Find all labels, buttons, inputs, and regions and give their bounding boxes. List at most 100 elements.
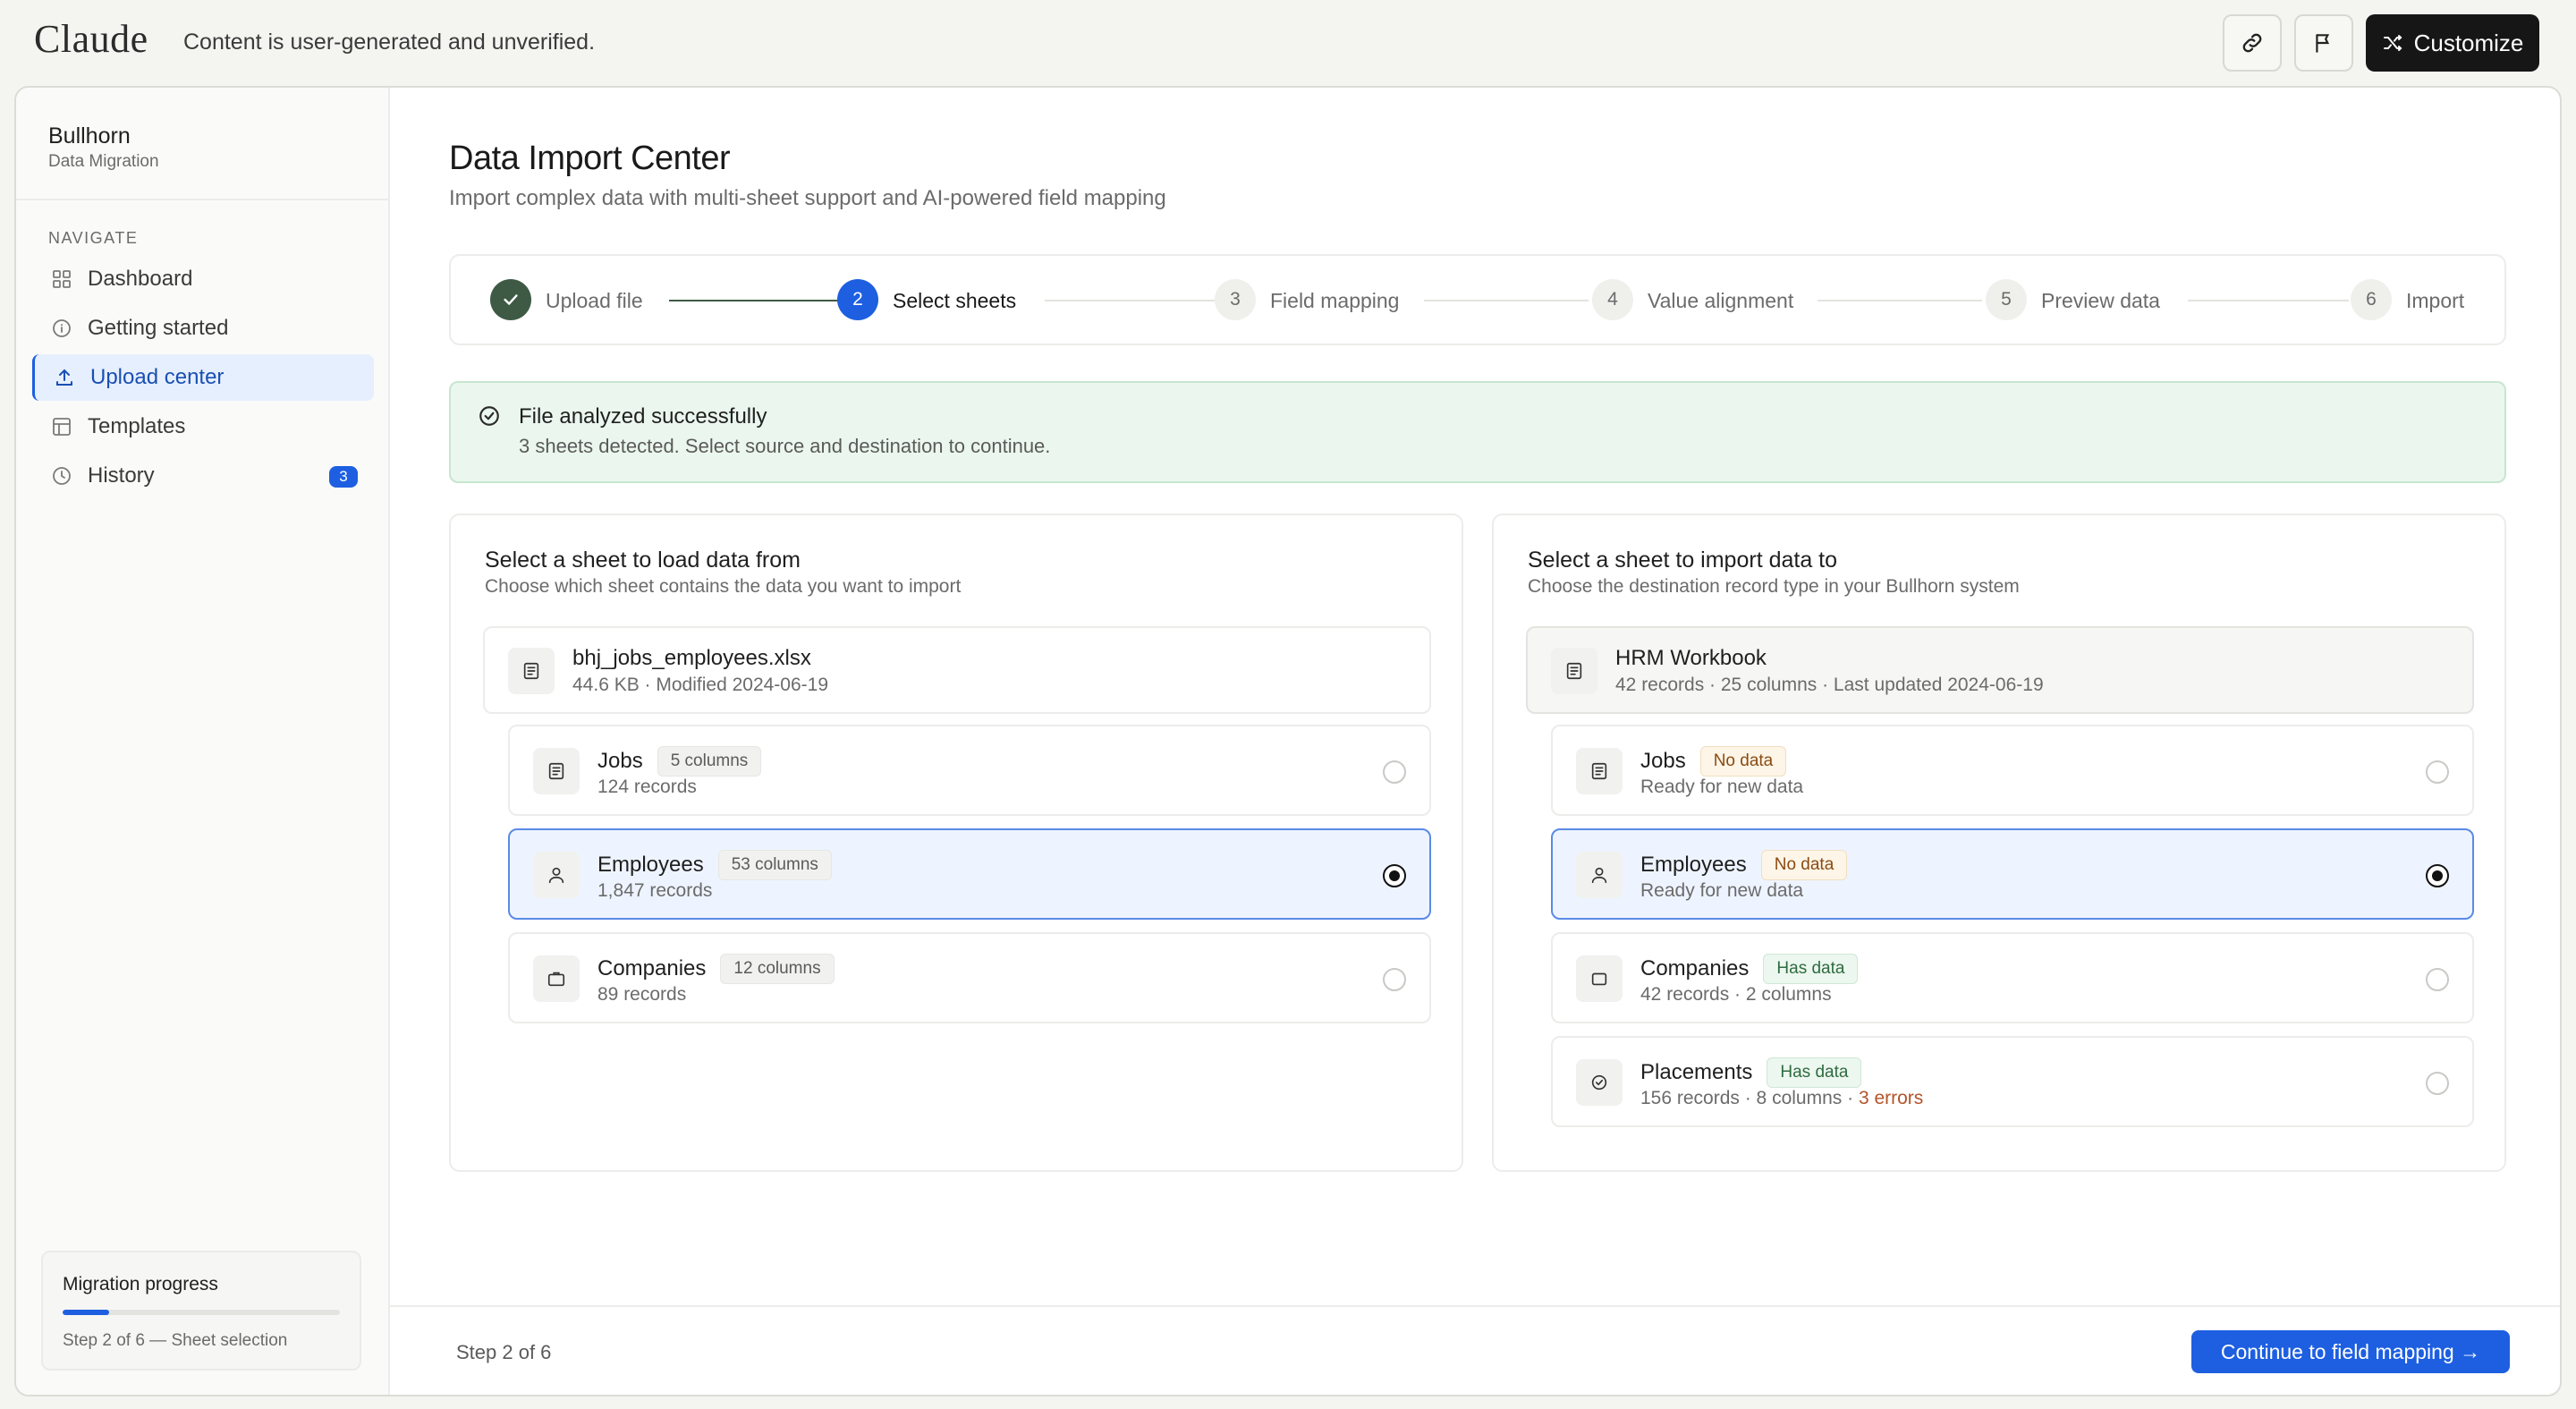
sheet-radio[interactable]: [2426, 1072, 2449, 1095]
file-icon: [508, 648, 555, 694]
sheet-name: Jobs 5 columns: [597, 746, 762, 777]
import-stepper: Upload file 2 Select sheets 3 Field mapp…: [449, 254, 2506, 345]
source-sheet-companies[interactable]: Companies 12 columns 89 records: [508, 932, 1431, 1023]
app-frame: Bullhorn Data Migration NAVIGATE Dashboa…: [14, 86, 2562, 1396]
step-1-circle: [490, 279, 531, 320]
history-count-badge: 3: [329, 466, 358, 488]
customize-label: Customize: [2413, 29, 2524, 56]
copy-link-button[interactable]: [2223, 14, 2282, 72]
briefcase-icon: [533, 955, 580, 1002]
step-connector: [669, 300, 839, 301]
sheet-radio[interactable]: [1383, 968, 1406, 991]
progress-bar: [63, 1310, 340, 1315]
person-icon: [533, 852, 580, 898]
step-6-label: Import: [2406, 289, 2465, 312]
sheet-name-text: Jobs: [1640, 749, 1686, 773]
person-icon: [1576, 852, 1623, 898]
sidebar-item-label: Dashboard: [88, 267, 193, 291]
sheet-meta: Ready for new data: [1640, 777, 1804, 797]
source-sheet-jobs[interactable]: Jobs 5 columns 124 records: [508, 725, 1431, 816]
step-5-label: Preview data: [2041, 289, 2160, 312]
column-count-badge: 53 columns: [717, 850, 832, 880]
progress-note: Step 2 of 6 — Sheet selection: [63, 1331, 288, 1350]
sheet-meta: 42 records · 2 columns: [1640, 984, 1832, 1005]
panel-title: Select a sheet to load data from: [485, 547, 801, 573]
brand-name: Bullhorn: [48, 123, 131, 149]
error-count[interactable]: 3 errors: [1859, 1088, 1923, 1108]
file-name: bhj_jobs_employees.xlsx: [572, 646, 811, 670]
sidebar-item-history[interactable]: History 3: [32, 453, 374, 499]
claude-logo: Claude: [34, 17, 148, 61]
destination-sheet-companies[interactable]: Companies Has data 42 records · 2 columns: [1551, 932, 2474, 1023]
status-badge: Has data: [1767, 1057, 1862, 1088]
customize-button[interactable]: Customize: [2366, 14, 2539, 72]
sidebar-item-templates[interactable]: Templates: [32, 403, 374, 450]
step-connector: [1045, 300, 1215, 301]
sheet-meta: 1,847 records: [597, 880, 713, 901]
destination-sheet-panel: Select a sheet to import data to Choose …: [1492, 514, 2506, 1172]
layout-icon: [50, 415, 73, 438]
sheet-name: Employees 53 columns: [597, 850, 832, 880]
destination-sheet-employees[interactable]: Employees No data Ready for new data: [1551, 828, 2474, 920]
file-icon: [1551, 648, 1597, 694]
workbook-card: HRM Workbook 42 records · 25 columns · L…: [1526, 626, 2474, 714]
page-title: Data Import Center: [449, 140, 731, 177]
flag-icon: [2312, 31, 2335, 55]
workbook-meta: 42 records · 25 columns · Last updated 2…: [1615, 675, 2044, 695]
step-5-circle: 5: [1986, 279, 2027, 320]
sidebar-item-upload-center[interactable]: Upload center: [32, 354, 374, 401]
step-connector: [1424, 300, 1589, 301]
footer-step-indicator: Step 2 of 6: [456, 1341, 552, 1363]
sheet-meta-text: 156 records · 8 columns ·: [1640, 1088, 1859, 1108]
column-count-badge: 5 columns: [657, 746, 762, 777]
progress-bar-fill: [63, 1310, 109, 1315]
report-button[interactable]: [2294, 14, 2353, 72]
sheet-name: Employees No data: [1640, 850, 1848, 880]
column-count-badge: 12 columns: [720, 954, 835, 984]
migration-progress-card: Migration progress Step 2 of 6 — Sheet s…: [41, 1251, 361, 1371]
panel-subtitle: Choose the destination record type in yo…: [1528, 576, 2020, 597]
sheet-meta: 156 records · 8 columns · 3 errors: [1640, 1088, 1923, 1109]
step-4-label: Value alignment: [1648, 289, 1794, 312]
sidebar-item-getting-started[interactable]: Getting started: [32, 305, 374, 352]
step-connector: [1818, 300, 1982, 301]
top-bar: Claude Content is user-generated and unv…: [0, 0, 2576, 86]
step-connector: [2188, 300, 2349, 301]
sheet-meta: Ready for new data: [1640, 880, 1804, 901]
disclaimer-text: Content is user-generated and unverified…: [183, 30, 596, 55]
progress-title: Migration progress: [63, 1274, 218, 1294]
sheet-radio[interactable]: [2426, 864, 2449, 887]
panel-subtitle: Choose which sheet contains the data you…: [485, 576, 962, 597]
sheet-name: Jobs No data: [1640, 746, 1787, 777]
sheet-name-text: Placements: [1640, 1060, 1753, 1084]
brand-subtitle: Data Migration: [48, 152, 159, 171]
wizard-footer: Step 2 of 6 Continue to field mapping →: [390, 1305, 2560, 1395]
step-6-circle: 6: [2351, 279, 2392, 320]
sheet-radio[interactable]: [1383, 760, 1406, 784]
source-file-card: bhj_jobs_employees.xlsx 44.6 KB · Modifi…: [483, 626, 1431, 714]
shuffle-icon: [2382, 32, 2403, 54]
sheet-name-text: Companies: [1640, 956, 1750, 980]
destination-sheet-jobs[interactable]: Jobs No data Ready for new data: [1551, 725, 2474, 816]
step-2-label: Select sheets: [893, 289, 1017, 312]
check-circle-icon: [1576, 1059, 1623, 1106]
status-badge: No data: [1760, 850, 1848, 880]
sidebar-item-label: Getting started: [88, 316, 229, 340]
file-meta: 44.6 KB · Modified 2024-06-19: [572, 675, 829, 695]
sheet-name: Placements Has data: [1640, 1057, 1862, 1088]
step-2-circle: 2: [837, 279, 878, 320]
continue-button[interactable]: Continue to field mapping →: [2191, 1330, 2510, 1373]
sidebar-item-label: History: [88, 463, 155, 488]
sheet-radio[interactable]: [1383, 864, 1406, 887]
alert-message: 3 sheets detected. Select source and des…: [519, 435, 1051, 457]
clock-icon: [50, 464, 73, 488]
info-icon: [50, 317, 73, 340]
sheet-radio[interactable]: [2426, 968, 2449, 991]
step-1-label: Upload file: [546, 289, 643, 312]
step-4-circle: 4: [1592, 279, 1633, 320]
source-sheet-employees[interactable]: Employees 53 columns 1,847 records: [508, 828, 1431, 920]
sidebar-item-label: Upload center: [90, 365, 225, 389]
destination-sheet-placements[interactable]: Placements Has data 156 records · 8 colum…: [1551, 1036, 2474, 1127]
sheet-radio[interactable]: [2426, 760, 2449, 784]
sidebar-item-dashboard[interactable]: Dashboard: [32, 256, 374, 302]
